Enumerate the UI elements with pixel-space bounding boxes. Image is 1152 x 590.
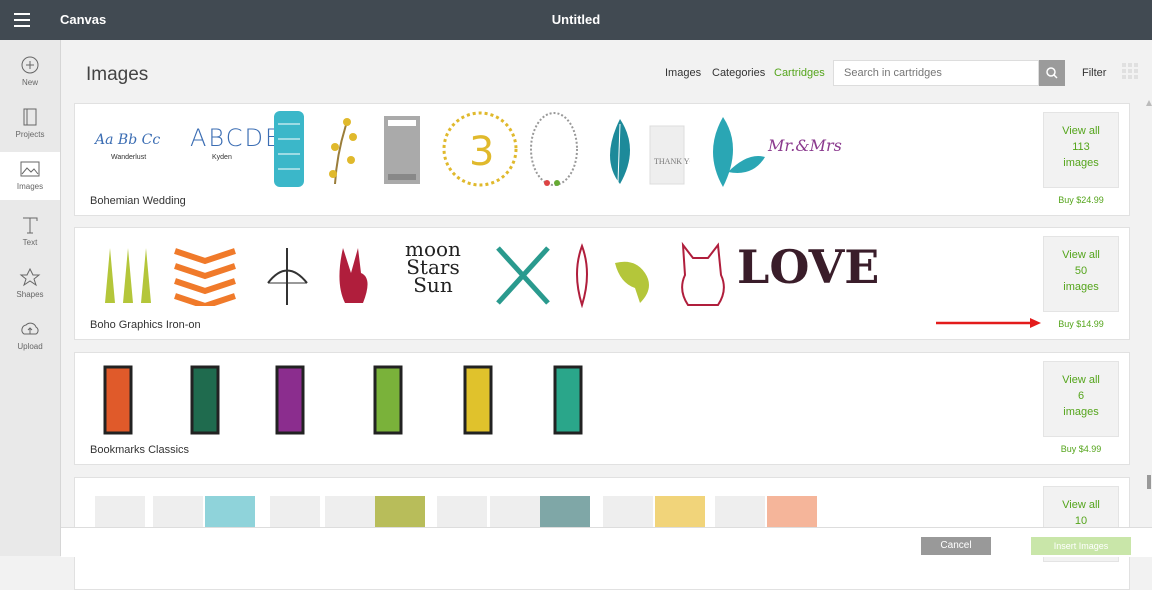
plus-icon [21,56,39,74]
left-sidebar: New Projects Images Text Shapes Upload [0,40,61,556]
tab-categories[interactable]: Categories [712,67,765,79]
shapes-icon [19,267,41,287]
image-thumb[interactable] [333,243,378,308]
image-thumb[interactable] [270,109,310,189]
sun-text: Sun [413,273,453,297]
tab-images[interactable]: Images [665,67,701,79]
sidebar-item-label: Projects [15,130,45,139]
view-all-label: View all [1062,125,1100,137]
font-name-label: Wanderlust [111,154,147,161]
image-count: 113 [1072,141,1090,153]
image-count: 6 [1077,390,1085,402]
cartridge-name: Bohemian Wedding [90,195,186,207]
cartridge-name: Bookmarks Classics [90,444,190,456]
image-thumb[interactable]: THANK YOU [645,116,690,188]
cartridge-name: Boho Graphics Iron-on [90,319,201,331]
view-all-button[interactable]: View all 113 images [1043,112,1119,188]
image-thumb[interactable] [100,243,155,308]
cartridge-card-bohemian-wedding[interactable]: a Aa Bb Cc Wanderlust ABCDE Kyden 3 THAN… [74,103,1130,216]
bookmark-thumb[interactable] [190,365,220,435]
sidebar-item-text[interactable]: Text [0,208,60,256]
images-panel: Images Images Categories Cartridges Filt… [61,40,1152,590]
view-all-label: View all [1062,499,1100,511]
vertical-scrollbar[interactable] [1146,100,1152,520]
image-thumb[interactable] [590,114,640,189]
image-thumb[interactable] [382,114,422,186]
image-thumb[interactable] [703,112,768,190]
bookmark-thumb[interactable] [463,365,493,435]
upload-icon [21,322,39,335]
sidebar-item-label: Shapes [16,290,44,299]
view-all-button[interactable]: View all 6 images [1043,361,1119,437]
sidebar-item-label: New [21,78,38,87]
search-button[interactable] [1039,60,1065,86]
script-text-thumb[interactable]: Mr.&Mrs [768,136,842,155]
image-thumb[interactable]: Aa Bb Cc Wanderlust [95,132,175,172]
image-thumb[interactable]: 3 [440,109,520,189]
grid-view-icon[interactable] [1122,63,1138,79]
image-thumb[interactable] [673,240,733,308]
font-name-label: Kyden [212,154,232,161]
insert-images-button[interactable]: Insert Images [1031,537,1131,555]
projects-icon [23,108,37,126]
view-all-label: View all [1062,374,1100,386]
sidebar-item-label: Upload [17,342,43,351]
image-count: 50 [1074,265,1088,277]
bookmark-thumb[interactable] [373,365,403,435]
image-thumb[interactable] [323,112,363,187]
buy-link[interactable]: Buy $14.99 [1043,319,1119,329]
top-bar: Canvas Untitled [0,0,1152,40]
bookmark-thumb[interactable] [553,365,583,435]
thank-you-text: THANK YOU [654,157,690,166]
search-icon [1046,67,1058,79]
images-label: images [1063,281,1099,293]
page-title: Images [86,64,149,85]
images-label: images [1063,157,1099,169]
search-input[interactable] [833,60,1039,86]
text-icon [23,217,38,234]
sidebar-item-upload[interactable]: Upload [0,312,60,360]
image-thumb[interactable]: ABCDE Kyden [190,124,283,174]
image-thumb[interactable] [570,243,595,308]
buy-link[interactable]: Buy $4.99 [1043,444,1119,454]
number-three-text: 3 [469,129,494,175]
font-sample-text: Aa Bb Cc [95,132,161,148]
moon-stars-sun-thumb[interactable]: moon Stars Sun [405,239,461,297]
cancel-button[interactable]: Cancel [921,537,991,555]
bookmark-thumb[interactable] [103,365,133,435]
images-label: images [1063,406,1099,418]
tab-cartridges[interactable]: Cartridges [774,67,825,79]
view-all-button[interactable]: View all 50 images [1043,236,1119,312]
document-title: Untitled [551,12,601,27]
sidebar-item-images[interactable]: Images [0,152,60,200]
filter-button[interactable]: Filter [1082,67,1106,79]
sidebar-item-label: Images [16,182,44,191]
images-icon [20,161,40,177]
sidebar-item-new[interactable]: New [0,48,60,96]
bottom-action-bar: Cancel Insert Images [61,527,1152,557]
font-sample-text: ABCDE [190,124,283,152]
image-thumb[interactable] [493,243,553,308]
image-thumb[interactable] [527,109,582,191]
love-text-thumb[interactable]: LOVE [737,240,879,294]
image-thumb[interactable] [260,243,315,308]
cartridge-card-bookmarks-classics[interactable]: a Bookmarks Classics View all 6 images B… [74,352,1130,465]
annotation-arrow-icon [936,318,1041,328]
bookmark-thumb[interactable] [275,365,305,435]
image-thumb[interactable] [170,246,240,306]
sidebar-item-shapes[interactable]: Shapes [0,260,60,308]
buy-link[interactable]: Buy $24.99 [1043,195,1119,205]
image-thumb[interactable] [610,248,665,308]
view-all-label: View all [1062,249,1100,261]
sidebar-item-projects[interactable]: Projects [0,100,60,148]
sidebar-item-label: Text [22,238,38,247]
